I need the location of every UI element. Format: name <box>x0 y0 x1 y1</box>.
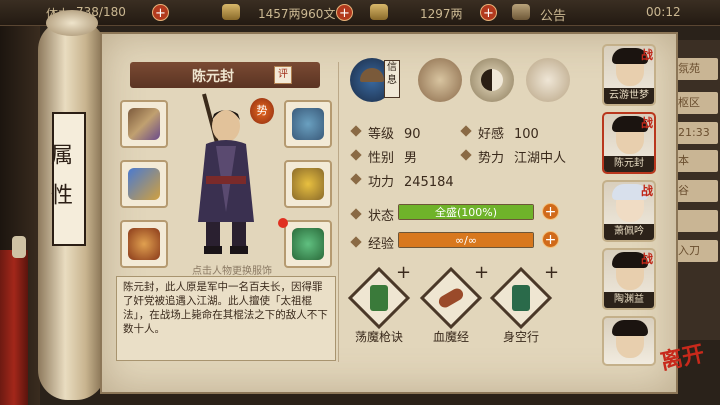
status-label: 状态 <box>368 209 395 224</box>
notice-icon <box>512 4 530 20</box>
favor-value: 100 <box>514 127 539 142</box>
skill-name-1: 荡魔枪诀 <box>354 330 403 344</box>
gold-ingot-icon <box>370 4 388 20</box>
favor-label: 好感 <box>478 127 505 142</box>
merit-label: 功力 <box>368 175 395 190</box>
bg-menu-item: 谷 <box>674 180 718 202</box>
scroll-icon <box>436 286 466 310</box>
companion-portrait[interactable]: 战 萧佩吟 <box>602 180 656 242</box>
faction-label: 势力 <box>478 151 505 166</box>
add-skill-button[interactable]: + <box>396 262 411 283</box>
character-figure[interactable] <box>176 92 286 260</box>
review-button[interactable]: 评 <box>274 66 292 84</box>
gender-value: 男 <box>404 151 418 166</box>
faction-stat: 势力 江湖中人 <box>478 147 566 166</box>
top-status-bar: 体力 738/180 + 1457两960文 + 1297两 + 公告 00:1… <box>0 0 720 26</box>
bg-menu-item: 21:33 <box>674 122 718 144</box>
companion-name: 陈元封 <box>604 156 654 172</box>
add-stamina-button[interactable]: + <box>152 4 169 21</box>
clock: 00:12 <box>646 5 681 19</box>
experience-bar: ∞/∞ <box>398 232 534 248</box>
favor-stat: 好感 100 <box>478 123 539 142</box>
skill-name-2: 血魔经 <box>432 330 469 344</box>
companion-name: 陶渊益 <box>604 292 654 308</box>
map-scroll-icon[interactable] <box>418 58 462 102</box>
bg-menu-item: 入刀 <box>674 240 718 262</box>
scroll-cap <box>46 10 98 36</box>
level-value: 90 <box>404 127 421 142</box>
companion-portrait[interactable]: 战 陶渊益 <box>602 248 656 310</box>
level-stat: 等级 90 <box>368 123 421 142</box>
equip-slot-ring[interactable] <box>120 220 168 268</box>
name-banner: 陈元封 评 <box>130 62 320 88</box>
faction-value: 江湖中人 <box>514 151 567 166</box>
money-value: 1457两960文 <box>258 7 336 21</box>
bottom-strip <box>100 394 678 405</box>
add-gold-button[interactable]: + <box>480 4 497 21</box>
add-skill-button[interactable]: + <box>474 262 489 283</box>
skill-name-3: 身空行 <box>502 330 539 344</box>
helmet-icon <box>292 108 324 140</box>
character-description: 陈元封，此人原是军中一名百夫长，因得罪了奸党被追遇入江湖。此人擅使「太祖棍法」，… <box>116 276 336 361</box>
equip-slot-boots[interactable] <box>284 220 332 268</box>
amulet-icon <box>128 168 160 200</box>
status-value: 全盛(100%) <box>434 206 498 219</box>
battle-tag: 战 <box>640 116 653 130</box>
companion-name: 萧佩吟 <box>604 224 654 240</box>
status-plus-button[interactable]: + <box>542 203 559 220</box>
status-bar: 全盛(100%) <box>398 204 534 220</box>
experience-plus-button[interactable]: + <box>542 231 559 248</box>
notice-button[interactable]: 公告 <box>540 5 566 24</box>
spear-manual-icon <box>370 285 388 311</box>
background-right-menu: 氛苑 枢区 21:33 本 谷 入刀 <box>672 40 720 340</box>
tassel-bead <box>12 236 26 258</box>
gender-label: 性别 <box>368 151 395 166</box>
add-skill-button[interactable]: + <box>544 262 559 283</box>
yin-yang-icon[interactable] <box>470 58 514 102</box>
equip-slot-accessory[interactable] <box>120 160 168 208</box>
merit-stat: 功力 245184 <box>368 171 454 190</box>
equip-slot-helmet[interactable] <box>284 100 332 148</box>
boots-icon <box>292 228 324 260</box>
merit-value: 245184 <box>404 175 454 190</box>
change-outfit-hint: 点击人物更换服饰 <box>192 266 272 277</box>
battle-tag: 战 <box>640 252 653 266</box>
companion-portrait[interactable]: 战 云游世梦 <box>602 44 656 106</box>
attribute-tab[interactable]: 属性 <box>47 112 86 246</box>
bg-menu-item: 枢区 <box>674 92 718 114</box>
bg-menu-item <box>674 210 718 232</box>
spear-icon <box>128 108 160 140</box>
companion-name: 云游世梦 <box>604 88 654 104</box>
armor-icon <box>292 168 324 200</box>
info-button[interactable]: 信息 <box>384 60 400 98</box>
character-name: 陈元封 <box>192 69 234 85</box>
battle-tag: 战 <box>640 184 653 198</box>
gold-value: 1297两 <box>420 7 463 21</box>
experience-label: 经验 <box>368 237 395 252</box>
equip-slot-armor[interactable] <box>284 160 332 208</box>
bracelet-icon <box>128 228 160 260</box>
movement-manual-icon <box>512 285 530 311</box>
bg-menu-item: 本 <box>674 150 718 172</box>
gender-stat: 性别男 <box>368 147 417 166</box>
panel-divider <box>338 62 339 362</box>
bg-menu-item: 氛苑 <box>674 58 718 80</box>
equip-slot-weapon[interactable] <box>120 100 168 148</box>
companion-portrait[interactable] <box>602 316 656 366</box>
add-money-button[interactable]: + <box>336 4 353 21</box>
battle-tag: 战 <box>640 48 653 62</box>
scroll-tassel <box>0 250 28 405</box>
avatar-hair <box>612 320 648 336</box>
meridian-figure-icon[interactable] <box>526 58 570 102</box>
copper-coin-icon <box>222 4 240 20</box>
experience-value: ∞/∞ <box>454 234 478 247</box>
companion-portrait-selected[interactable]: 战 陈元封 <box>602 112 656 174</box>
level-label: 等级 <box>368 127 395 142</box>
